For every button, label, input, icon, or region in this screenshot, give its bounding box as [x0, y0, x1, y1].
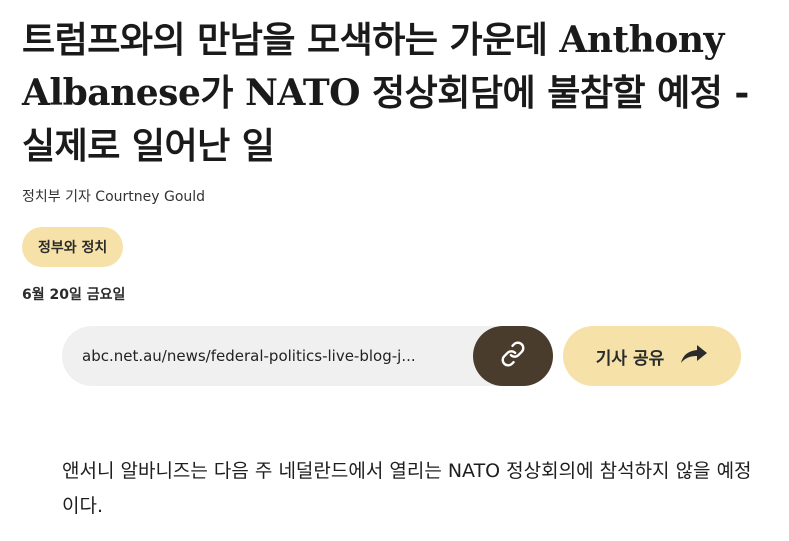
copy-link-button[interactable] [473, 326, 553, 386]
link-icon [500, 341, 526, 371]
topic-tag[interactable]: 정부와 정치 [22, 227, 124, 267]
topic-tag-label: 정부와 정치 [38, 240, 108, 256]
article-url-text: abc.net.au/news/federal-politics-live-bl… [82, 347, 416, 365]
byline[interactable]: 정치부 기자 Courtney Gould [22, 186, 205, 206]
publish-date: 6월 20일 금요일 [22, 287, 126, 303]
share-button-label: 기사 공유 [595, 348, 665, 369]
article-headline: 트럼프와의 만남을 모색하는 가운데 Anthony Albanese가 NAT… [22, 19, 749, 167]
share-arrow-icon [680, 343, 708, 370]
article-body-paragraph: 앤서니 알바니즈는 다음 주 네덜란드에서 열리는 NATO 정상회의에 참석하… [62, 460, 752, 517]
share-article-button[interactable]: 기사 공유 [563, 326, 741, 386]
